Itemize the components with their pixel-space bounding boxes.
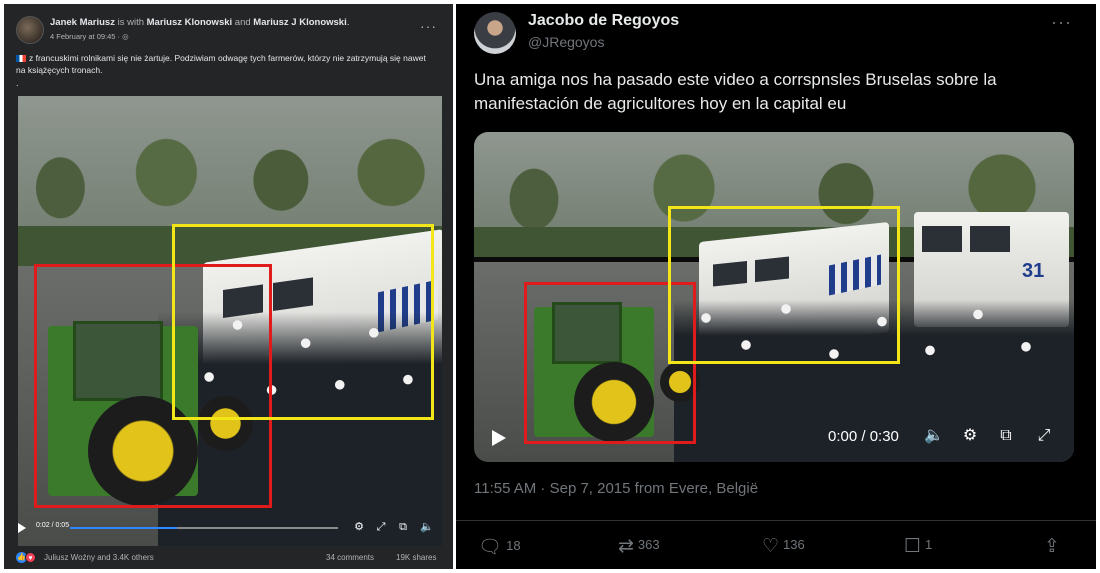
volume-icon[interactable]: 🔈 — [924, 426, 944, 446]
settings-icon[interactable]: ⚙ — [352, 520, 366, 534]
author-name[interactable]: Janek Mariusz — [50, 17, 115, 28]
author-avatar[interactable] — [16, 16, 44, 44]
reactions-count[interactable]: Juliusz Woźny and 3.4K others — [44, 553, 154, 562]
video-progress-bar[interactable] — [70, 527, 338, 529]
bookmark-icon: ☐ — [904, 536, 922, 557]
fullscreen-icon[interactable]: ⤢ — [374, 520, 388, 534]
bookmark-count: 1 — [925, 537, 933, 552]
tweet: Jacobo de Regoyos @JRegoyos ··· Una amig… — [456, 4, 1096, 569]
facebook-video[interactable] — [18, 96, 442, 546]
post-timestamp[interactable]: 4 February at 09:45 · ◎ — [50, 32, 129, 41]
share-button[interactable]: ⇪ — [1044, 535, 1064, 558]
with-text: is with — [117, 17, 144, 28]
video-time: 0:00 / 0:30 — [828, 428, 899, 445]
post-dot: . — [16, 78, 19, 88]
post-body: z francuskimi rolnikami się nie żartuje.… — [16, 53, 426, 75]
retweet-icon: ⇄ — [618, 536, 634, 557]
reply-icon: 🗨 — [478, 537, 503, 558]
shares-count[interactable]: 19K shares — [396, 553, 436, 562]
reply-button[interactable]: 🗨 18 — [478, 535, 521, 559]
tweet-text: Una amiga nos ha pasado este video a cor… — [474, 70, 997, 113]
fullscreen-icon[interactable]: ⤢ — [1034, 426, 1054, 446]
reaction-icons[interactable]: 👍 ♥ — [16, 552, 40, 563]
video-time: 0:02 / 0:05 — [36, 522, 70, 529]
yellow-highlight-box — [172, 224, 434, 420]
more-options-icon[interactable]: ··· — [420, 18, 437, 34]
post-date: 4 February at 09:45 · — [50, 32, 123, 41]
period: . — [346, 17, 350, 28]
truck-window — [922, 226, 962, 252]
picture-in-picture-icon[interactable]: ⧉ — [996, 426, 1016, 446]
share-icon: ⇪ — [1044, 536, 1060, 557]
and-text: and — [234, 17, 251, 28]
video-frame — [18, 96, 442, 546]
tweet-video[interactable]: 31 0:00 / 0:30 🔈 ⚙ ⧉ ⤢ — [474, 132, 1074, 462]
france-flag-icon — [16, 55, 26, 62]
comments-count[interactable]: 34 comments — [326, 553, 374, 562]
yellow-highlight-box — [668, 206, 900, 364]
tweet-author-handle[interactable]: @JRegoyos — [528, 34, 604, 50]
globe-icon: ◎ — [122, 32, 129, 41]
retweet-count: 363 — [637, 537, 660, 552]
tweet-author-avatar[interactable] — [474, 12, 516, 54]
tagged-person-2[interactable]: Mariusz J Klonowski — [253, 17, 346, 28]
heart-icon: ♥ — [25, 552, 36, 563]
volume-icon[interactable]: 🔈 — [420, 520, 434, 534]
post-text: z francuskimi rolnikami się nie żartuje.… — [16, 52, 436, 76]
more-options-icon[interactable]: ··· — [1051, 12, 1072, 33]
video-controls: 0:02 / 0:05 ⚙ ⤢ ⧉ 🔈 — [18, 518, 442, 542]
tagged-person-1[interactable]: Mariusz Klonowski — [147, 17, 233, 28]
play-icon[interactable] — [492, 430, 506, 446]
like-count: 136 — [783, 537, 805, 552]
truck-window — [970, 226, 1010, 252]
like-button[interactable]: ♡ 136 — [762, 535, 805, 558]
tweet-author-name[interactable]: Jacobo de Regoyos — [528, 12, 679, 30]
bookmark-button[interactable]: ☐ 1 — [904, 535, 932, 558]
retweet-button[interactable]: ⇄ 363 — [618, 535, 660, 558]
video-frame: 31 — [474, 132, 1074, 462]
post-footer: 👍 ♥ Juliusz Woźny and 3.4K others 34 com… — [4, 546, 453, 569]
settings-icon[interactable]: ⚙ — [960, 426, 980, 446]
tweet-timestamp[interactable]: 11:55 AM · Sep 7, 2015 from Evere, Belgi… — [474, 480, 758, 497]
reply-count: 18 — [506, 538, 521, 553]
facebook-post-header: Janek Mariusz is with Mariusz Klonowski … — [4, 4, 453, 96]
comparison-image: Janek Mariusz is with Mariusz Klonowski … — [0, 0, 1100, 573]
play-icon[interactable] — [18, 523, 26, 533]
picture-in-picture-icon[interactable]: ⧉ — [396, 520, 410, 534]
post-author-line: Janek Mariusz is with Mariusz Klonowski … — [50, 17, 349, 28]
heart-icon: ♡ — [762, 536, 780, 557]
video-progress-fill — [70, 527, 178, 529]
facebook-post: Janek Mariusz is with Mariusz Klonowski … — [4, 4, 453, 569]
tweet-actions: 🗨 18 ⇄ 363 ♡ 136 ☐ 1 ⇪ — [456, 520, 1096, 559]
truck-number: 31 — [1022, 260, 1045, 282]
